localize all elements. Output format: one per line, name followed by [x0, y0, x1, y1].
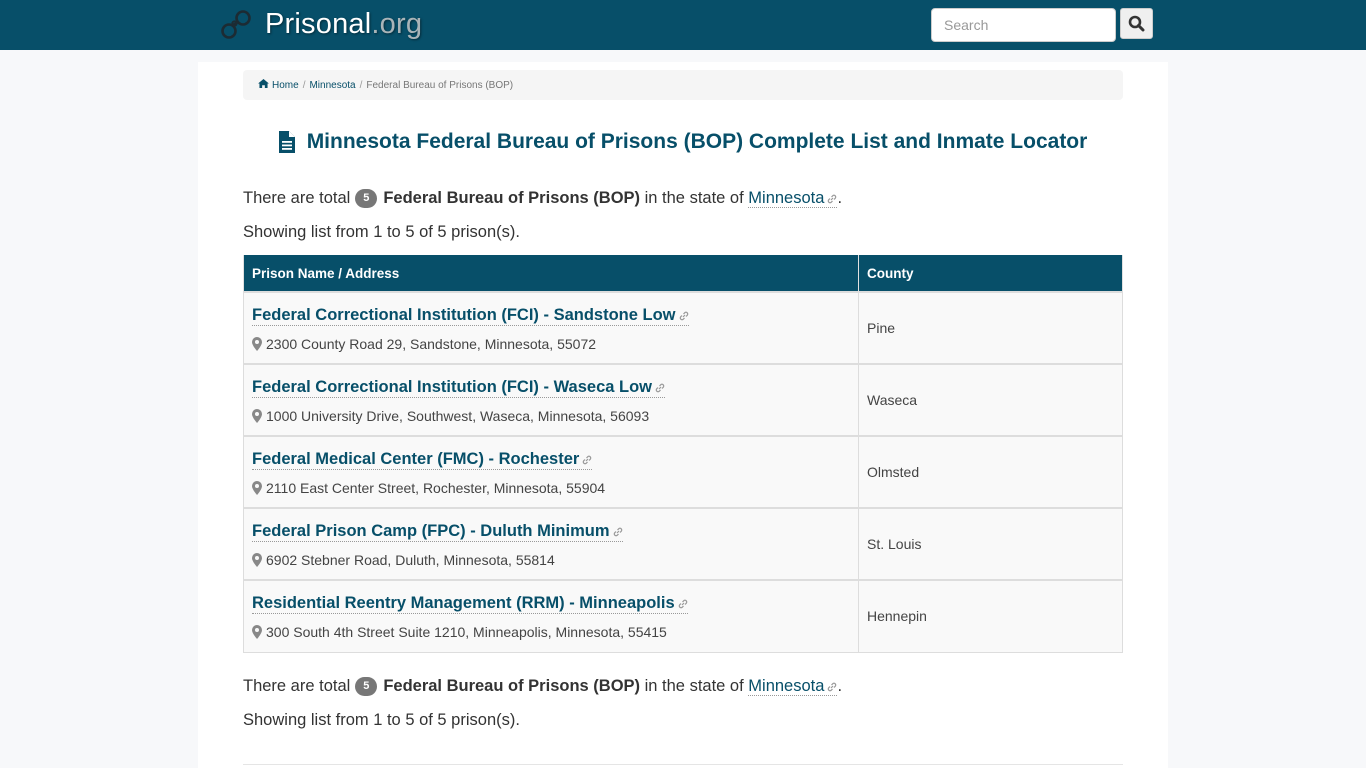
- facility-type: Federal Bureau of Prisons (BOP): [383, 189, 641, 207]
- prison-cell: Residential Reentry Management (RRM) - M…: [243, 579, 859, 653]
- table-row: Federal Medical Center (FMC) - Rochester…: [243, 435, 1123, 509]
- link-icon: [679, 311, 688, 320]
- prison-address: 2110 East Center Street, Rochester, Minn…: [252, 480, 850, 496]
- divider: [243, 764, 1123, 765]
- link-icon: [828, 194, 837, 204]
- prison-address: 300 South 4th Street Suite 1210, Minneap…: [252, 624, 850, 640]
- link-icon: [583, 455, 592, 464]
- state-link[interactable]: Minnesota: [748, 677, 838, 696]
- state-link[interactable]: Minnesota: [748, 189, 838, 208]
- home-icon: [258, 79, 269, 88]
- link-icon: [613, 527, 622, 536]
- search-icon: [1128, 15, 1145, 32]
- summary-suffix: .: [837, 677, 843, 695]
- county-cell: Waseca: [858, 363, 1123, 437]
- link-icon: [655, 383, 665, 392]
- table-row: Federal Prison Camp (FPC) - Duluth Minim…: [243, 507, 1123, 581]
- breadcrumb-home[interactable]: Home: [258, 79, 299, 91]
- prison-address: 6902 Stebner Road, Duluth, Minnesota, 55…: [252, 552, 850, 568]
- prison-cell: Federal Medical Center (FMC) - Rochester…: [243, 435, 859, 509]
- map-marker-icon: [252, 408, 262, 423]
- column-header-name: Prison Name / Address: [243, 255, 859, 293]
- summary-middle: in the state of: [644, 677, 744, 695]
- prison-name-link[interactable]: Federal Correctional Institution (FCI) -…: [252, 305, 689, 326]
- map-marker-icon: [252, 336, 262, 351]
- prison-cell: Federal Prison Camp (FPC) - Duluth Minim…: [243, 507, 859, 581]
- prison-name-link[interactable]: Residential Reentry Management (RRM) - M…: [252, 593, 688, 614]
- link-icon: [828, 682, 837, 692]
- county-cell: Hennepin: [858, 579, 1123, 653]
- prison-name-link[interactable]: Federal Correctional Institution (FCI) -…: [252, 377, 666, 398]
- top-navbar: Prisonal.org: [0, 0, 1366, 50]
- county-cell: Olmsted: [858, 435, 1123, 509]
- brand-tld: .org: [371, 8, 423, 40]
- county-cell: Pine: [858, 291, 1123, 365]
- prison-name-link[interactable]: Federal Prison Camp (FPC) - Duluth Minim…: [252, 521, 623, 542]
- prison-address: 2300 County Road 29, Sandstone, Minnesot…: [252, 336, 850, 352]
- document-icon: [278, 131, 295, 153]
- link-icon: [678, 599, 687, 609]
- facility-type: Federal Bureau of Prisons (BOP): [383, 677, 641, 695]
- count-badge: 5: [355, 189, 378, 209]
- page-title: Minnesota Federal Bureau of Prisons (BOP…: [243, 130, 1123, 154]
- page-title-text: Minnesota Federal Bureau of Prisons (BOP…: [306, 130, 1088, 153]
- search-button[interactable]: [1120, 8, 1153, 39]
- prison-cell: Federal Correctional Institution (FCI) -…: [243, 363, 859, 437]
- map-marker-icon: [252, 480, 262, 495]
- column-header-county: County: [858, 255, 1123, 293]
- prison-address: 1000 University Drive, Southwest, Waseca…: [252, 408, 850, 424]
- prison-name-link[interactable]: Federal Medical Center (FMC) - Rochester: [252, 449, 593, 470]
- summary-prefix: There are total: [243, 677, 351, 695]
- showing-text-top: Showing list from 1 to 5 of 5 prison(s).: [243, 223, 520, 241]
- handcuffs-icon: [221, 9, 251, 39]
- breadcrumb-current: Federal Bureau of Prisons (BOP): [366, 79, 514, 91]
- map-marker-icon: [252, 624, 262, 639]
- breadcrumb-separator: /: [302, 79, 306, 91]
- breadcrumb: Home / Minnesota / Federal Bureau of Pri…: [243, 70, 1123, 100]
- breadcrumb-separator: /: [359, 79, 363, 91]
- summary-prefix: There are total: [243, 189, 351, 207]
- table-row: Federal Correctional Institution (FCI) -…: [243, 363, 1123, 437]
- count-badge: 5: [355, 677, 378, 697]
- prison-table: Prison Name / Address County Federal Cor…: [243, 255, 1123, 653]
- main-content: Home / Minnesota / Federal Bureau of Pri…: [198, 62, 1168, 768]
- summary-middle: in the state of: [644, 189, 744, 207]
- breadcrumb-minnesota[interactable]: Minnesota: [309, 80, 355, 91]
- table-row: Federal Correctional Institution (FCI) -…: [243, 291, 1123, 365]
- county-cell: St. Louis: [858, 507, 1123, 581]
- table-row: Residential Reentry Management (RRM) - M…: [243, 579, 1123, 653]
- brand-name: Prisonal.org: [265, 8, 423, 40]
- showing-text-bottom: Showing list from 1 to 5 of 5 prison(s).: [243, 711, 520, 729]
- brand-logo-link[interactable]: Prisonal.org: [221, 8, 422, 41]
- summary-suffix: .: [837, 189, 843, 207]
- prison-cell: Federal Correctional Institution (FCI) -…: [243, 291, 859, 365]
- map-marker-icon: [252, 552, 262, 567]
- summary-bottom: There are total 5 Federal Bureau of Prison…: [243, 674, 842, 698]
- search-input[interactable]: [931, 8, 1116, 42]
- summary-top: There are total 5 Federal Bureau of Prison…: [243, 186, 842, 210]
